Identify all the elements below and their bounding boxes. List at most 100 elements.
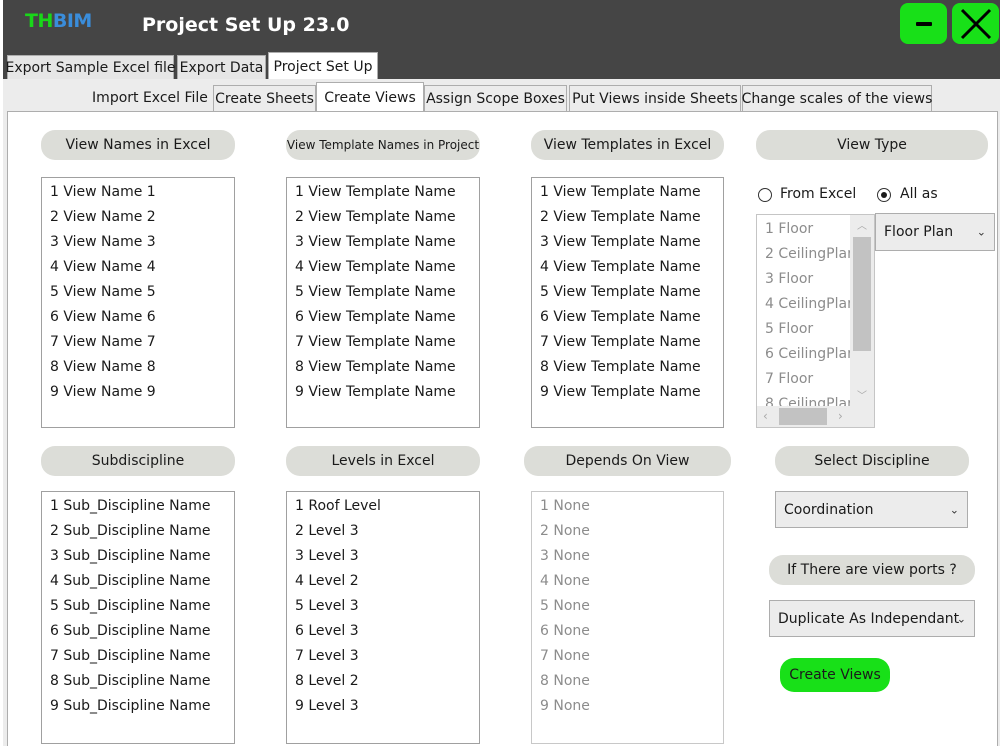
template-excel-item[interactable]: 8 View Template Name (532, 355, 723, 380)
view-type-dropdown[interactable]: Floor Plan ⌄ (875, 213, 995, 251)
view-name-item[interactable]: 1 View Name 1 (42, 180, 234, 205)
radio-all-as[interactable] (877, 188, 891, 202)
subdiscipline-item[interactable]: 1 Sub_Discipline Name (42, 494, 234, 519)
subdiscipline-item[interactable]: 8 Sub_Discipline Name (42, 669, 234, 694)
view-type-item[interactable]: 1 Floor (757, 217, 852, 242)
tab-export-sample-excel[interactable]: Export Sample Excel file (5, 55, 176, 80)
viewports-label: If There are view ports ? (769, 555, 975, 585)
subtab-change-scales[interactable]: Change scales of the views (742, 85, 932, 111)
scroll-up-arrow-icon[interactable]: ︿ (857, 217, 867, 232)
subtab-import-excel[interactable]: Import Excel File (90, 85, 210, 111)
minimize-button[interactable] (900, 3, 947, 44)
tab-export-data[interactable]: Export Data (177, 55, 266, 80)
view-names-list[interactable]: 1 View Name 12 View Name 23 View Name 34… (41, 177, 235, 428)
tab-project-set-up[interactable]: Project Set Up (268, 52, 378, 80)
template-project-item[interactable]: 7 View Template Name (287, 330, 479, 355)
depends-on-item[interactable]: 3 None (532, 544, 723, 569)
view-type-item[interactable]: 5 Floor (757, 317, 852, 342)
view-type-item[interactable]: 7 Floor (757, 367, 852, 392)
radio-from-excel[interactable] (758, 188, 772, 202)
subtab-create-sheets[interactable]: Create Sheets (213, 85, 316, 111)
template-excel-item[interactable]: 3 View Template Name (532, 230, 723, 255)
view-type-vertical-scrollbar[interactable] (850, 215, 874, 407)
radio-from-excel-label: From Excel (780, 186, 857, 202)
close-button[interactable] (952, 3, 999, 44)
subdiscipline-list[interactable]: 1 Sub_Discipline Name 2 Sub_Discipline Na… (41, 491, 235, 744)
scroll-left-arrow-icon[interactable]: ‹ (763, 409, 768, 423)
template-project-item[interactable]: 2 View Template Name (287, 205, 479, 230)
discipline-dropdown[interactable]: Coordination ⌄ (775, 491, 968, 528)
chevron-down-icon: ⌄ (976, 225, 986, 239)
title-bar: THBIM Project Set Up 23.0 (3, 0, 1000, 52)
template-project-item[interactable]: 3 View Template Name (287, 230, 479, 255)
view-name-item[interactable]: 7 View Name 7 (42, 330, 234, 355)
view-name-item[interactable]: 3 View Name 3 (42, 230, 234, 255)
level-item[interactable]: 5 Level 3 (287, 594, 479, 619)
depends-on-item[interactable]: 2 None (532, 519, 723, 544)
view-name-item[interactable]: 9 View Name 9 (42, 380, 234, 405)
template-excel-item[interactable]: 4 View Template Name (532, 255, 723, 280)
discipline-dropdown-value: Coordination (784, 501, 874, 518)
view-type-dropdown-value: Floor Plan (884, 224, 954, 240)
view-type-item[interactable]: 6 CeilingPlan (757, 342, 852, 367)
viewports-dropdown[interactable]: Duplicate As Independant ⌄ (769, 600, 975, 637)
level-item[interactable]: 7 Level 3 (287, 644, 479, 669)
level-item[interactable]: 4 Level 2 (287, 569, 479, 594)
templates-excel-list[interactable]: 1 View Template Name 2 View Template Name… (531, 177, 724, 428)
subdiscipline-item[interactable]: 2 Sub_Discipline Name (42, 519, 234, 544)
templates-excel-label: View Templates in Excel (531, 130, 724, 160)
template-project-item[interactable]: 9 View Template Name (287, 380, 479, 405)
depends-on-item[interactable]: 1 None (532, 494, 723, 519)
subtab-assign-scope-boxes[interactable]: Assign Scope Boxes (424, 85, 567, 111)
level-item[interactable]: 1 Roof Level (287, 494, 479, 519)
template-project-item[interactable]: 6 View Template Name (287, 305, 479, 330)
template-excel-item[interactable]: 5 View Template Name (532, 280, 723, 305)
template-excel-item[interactable]: 9 View Template Name (532, 380, 723, 405)
subdiscipline-item[interactable]: 5 Sub_Discipline Name (42, 594, 234, 619)
levels-list[interactable]: 1 Roof Level 2 Level 33 Level 34 Level 25… (286, 491, 480, 744)
template-project-item[interactable]: 5 View Template Name (287, 280, 479, 305)
level-item[interactable]: 2 Level 3 (287, 519, 479, 544)
view-name-item[interactable]: 5 View Name 5 (42, 280, 234, 305)
view-type-item[interactable]: 2 CeilingPlan (757, 242, 852, 267)
level-item[interactable]: 9 Level 3 (287, 694, 479, 719)
depends-on-item[interactable]: 7 None (532, 644, 723, 669)
subdiscipline-item[interactable]: 4 Sub_Discipline Name (42, 569, 234, 594)
view-name-item[interactable]: 2 View Name 2 (42, 205, 234, 230)
subdiscipline-item[interactable]: 6 Sub_Discipline Name (42, 619, 234, 644)
scroll-down-arrow-icon[interactable]: ﹀ (857, 387, 867, 402)
depends-on-item[interactable]: 5 None (532, 594, 723, 619)
view-type-item[interactable]: 3 Floor (757, 267, 852, 292)
depends-on-item[interactable]: 8 None (532, 669, 723, 694)
template-project-item[interactable]: 1 View Template Name (287, 180, 479, 205)
template-project-item[interactable]: 4 View Template Name (287, 255, 479, 280)
depends-on-view-list[interactable]: 1 None 2 None 3 None 4 None 5 None 6 None 7 No… (531, 491, 724, 744)
level-item[interactable]: 6 Level 3 (287, 619, 479, 644)
subdiscipline-item[interactable]: 7 Sub_Discipline Name (42, 644, 234, 669)
view-name-item[interactable]: 6 View Name 6 (42, 305, 234, 330)
template-excel-item[interactable]: 6 View Template Name (532, 305, 723, 330)
depends-on-item[interactable]: 4 None (532, 569, 723, 594)
level-item[interactable]: 8 Level 2 (287, 669, 479, 694)
horizontal-scroll-thumb[interactable] (779, 408, 827, 425)
select-discipline-label: Select Discipline (775, 446, 969, 476)
view-type-item[interactable]: 4 CeilingPlan (757, 292, 852, 317)
template-excel-item[interactable]: 7 View Template Name (532, 330, 723, 355)
template-excel-item[interactable]: 1 View Template Name (532, 180, 723, 205)
view-name-item[interactable]: 8 View Name 8 (42, 355, 234, 380)
depends-on-item[interactable]: 9 None (532, 694, 723, 719)
view-name-item[interactable]: 4 View Name 4 (42, 255, 234, 280)
level-item[interactable]: 3 Level 3 (287, 544, 479, 569)
template-names-project-list[interactable]: 1 View Template Name 2 View Template Name… (286, 177, 480, 428)
depends-on-item[interactable]: 6 None (532, 619, 723, 644)
view-type-horizontal-scrollbar[interactable] (757, 406, 850, 427)
scroll-right-arrow-icon[interactable]: › (838, 409, 843, 423)
create-views-button[interactable]: Create Views (780, 658, 890, 692)
template-excel-item[interactable]: 2 View Template Name (532, 205, 723, 230)
template-project-item[interactable]: 8 View Template Name (287, 355, 479, 380)
subtab-put-views-inside-sheets[interactable]: Put Views inside Sheets (569, 85, 741, 111)
subdiscipline-item[interactable]: 3 Sub_Discipline Name (42, 544, 234, 569)
subtab-create-views[interactable]: Create Views (316, 82, 424, 112)
subdiscipline-item[interactable]: 9 Sub_Discipline Name (42, 694, 234, 719)
vertical-scroll-thumb[interactable] (853, 237, 871, 351)
